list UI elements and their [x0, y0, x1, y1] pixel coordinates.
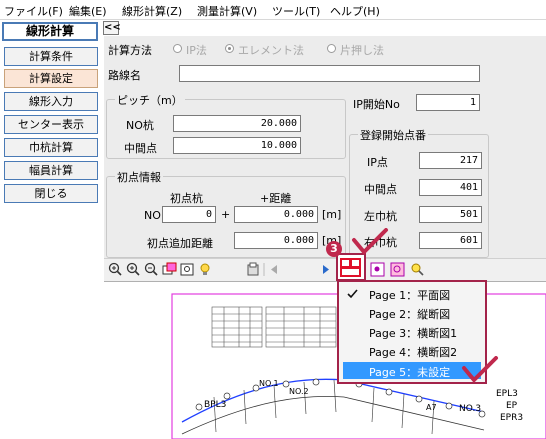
label-no2: NO.2 — [289, 387, 309, 396]
menu-help[interactable]: ヘルプ(H) — [330, 3, 380, 19]
label-bpl: BPL3 — [204, 400, 226, 410]
initial-distance-col-label: +距離 — [260, 192, 292, 205]
toolbar-icons-mid — [247, 262, 329, 276]
start-ip-label: IP点 — [367, 156, 388, 169]
light-icon[interactable] — [200, 263, 210, 275]
method-element-label: エレメント法 — [238, 44, 304, 57]
menu-item-page1[interactable]: Page 1：平面図 — [369, 287, 450, 303]
zoom-fit-icon[interactable] — [126, 262, 140, 276]
check-icon — [347, 289, 358, 299]
sidebar-item-calc-settings[interactable]: 計算設定 — [4, 69, 98, 88]
page-select-icon — [340, 258, 361, 277]
menu-edit[interactable]: 編集(E) — [69, 3, 107, 19]
menu-item-page2[interactable]: Page 2：縦断図 — [369, 306, 450, 322]
annotation-checkmark-icon — [462, 356, 498, 383]
start-left-stake-label: 左巾杭 — [364, 210, 397, 223]
method-element-radio[interactable] — [225, 44, 234, 53]
sidebar-item-offset-stake-calc[interactable]: 巾杭計算 — [4, 138, 98, 157]
start-ip-input[interactable]: 217 — [419, 152, 482, 169]
method-ip-radio[interactable] — [173, 44, 182, 53]
sidebar-item-close[interactable]: 閉じる — [4, 184, 98, 203]
search-icon[interactable] — [411, 263, 424, 276]
toolbar-icons-left — [108, 262, 210, 276]
label-ep: EP — [506, 401, 518, 411]
initial-add-distance-input[interactable]: 0.000 — [234, 232, 318, 249]
print-icon[interactable] — [247, 262, 259, 276]
initial-add-distance-label: 初点追加距離 — [147, 237, 213, 250]
sidebar-item-alignment-input[interactable]: 線形入力 — [4, 92, 98, 111]
menu-file[interactable]: ファイル(F) — [4, 3, 63, 19]
zoom-out-icon[interactable] — [144, 262, 158, 276]
pitch-group-title: ピッチ（m） — [115, 92, 185, 108]
pitch-no-input[interactable]: 20.000 — [173, 115, 301, 132]
method-oneside-label: 片押し法 — [340, 44, 384, 57]
menu-tools[interactable]: ツール(T) — [272, 3, 320, 19]
select-icon[interactable] — [390, 262, 405, 277]
sidebar-item-calc-conditions[interactable]: 計算条件 — [4, 47, 98, 66]
route-name-label: 路線名 — [108, 69, 141, 82]
menu-item-page5[interactable]: Page 5：未設定 — [369, 364, 450, 380]
start-mid-label: 中間点 — [364, 183, 397, 196]
callout-checkmark-icon — [352, 228, 388, 255]
calc-method-label: 計算方法 — [108, 44, 152, 57]
initial-no-input[interactable]: 0 — [162, 206, 216, 223]
collapse-sidebar-button[interactable]: << — [103, 21, 121, 35]
settings-form: 計算方法 IP法 エレメント法 片押し法 路線名 ピッチ（m） NO杭 20.0… — [104, 36, 546, 258]
start-mid-input[interactable]: 401 — [419, 179, 482, 196]
step-callout-badge: 3 — [326, 241, 342, 257]
label-no1: NO.1 — [259, 379, 279, 388]
initial-point-title: 初点情報 — [115, 169, 163, 185]
ip-start-input[interactable]: 1 — [416, 94, 480, 111]
toolbar-icons-right — [370, 262, 424, 277]
start-left-stake-input[interactable]: 501 — [419, 206, 482, 223]
label-no3: NO.3 — [459, 404, 481, 414]
sidebar-item-center-display[interactable]: センター表示 — [4, 115, 98, 134]
initial-distance-input[interactable]: 0.000 — [234, 206, 318, 223]
sidebar-item-width-calc[interactable]: 幅員計算 — [4, 161, 98, 180]
menu-bar: ファイル(F) 編集(E) 線形計算(Z) 測量計算(V) ツール(T) ヘルプ… — [0, 0, 546, 20]
initial-distance-unit: [m] — [322, 208, 342, 221]
menu-survey-calc[interactable]: 測量計算(V) — [197, 3, 257, 19]
zoom-in-icon[interactable] — [108, 262, 122, 276]
method-ip-label: IP法 — [186, 44, 207, 57]
menu-alignment-calc[interactable]: 線形計算(Z) — [122, 3, 182, 19]
start-right-stake-input[interactable]: 601 — [419, 232, 482, 249]
method-oneside-radio[interactable] — [327, 44, 336, 53]
menu-item-page3[interactable]: Page 3：横断図1 — [369, 325, 457, 341]
sidebar: 線形計算 計算条件 計算設定 線形入力 センター表示 巾杭計算 幅員計算 閉じる — [0, 20, 104, 438]
initial-no-label: NO — [144, 209, 161, 222]
snap-icon[interactable] — [370, 262, 385, 277]
plus-sign: + — [221, 208, 231, 221]
pitch-no-label: NO杭 — [126, 119, 154, 132]
start-numbers-title: 登録開始点番 — [358, 127, 428, 143]
ip-start-label: IP開始No — [353, 98, 400, 111]
prev-page-icon[interactable] — [271, 265, 277, 274]
label-epr: EPR3 — [500, 413, 523, 423]
sidebar-title: 線形計算 — [2, 22, 98, 41]
pitch-mid-label: 中間点 — [124, 142, 157, 155]
label-epl: EPL3 — [496, 389, 518, 399]
menu-item-page4[interactable]: Page 4：横断図2 — [369, 344, 457, 360]
pan-icon[interactable] — [162, 262, 177, 275]
initial-stake-col-label: 初点杭 — [170, 192, 203, 205]
pitch-mid-input[interactable]: 10.000 — [173, 137, 301, 154]
next-page-icon[interactable] — [323, 265, 329, 274]
label-a7: A7 — [426, 403, 437, 412]
zoom-window-icon[interactable] — [180, 263, 194, 276]
route-name-input[interactable] — [179, 65, 480, 82]
